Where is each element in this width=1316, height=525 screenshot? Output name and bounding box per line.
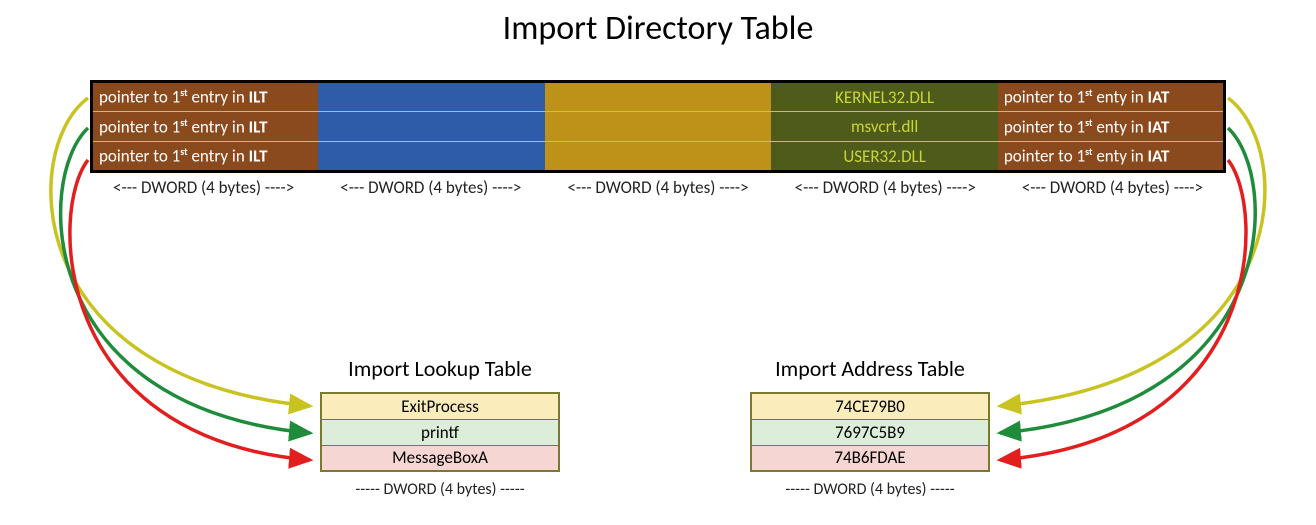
cell: 74B6FDAE — [751, 445, 989, 471]
idt-iat-pointer: pointer to 1st enty in IAT — [998, 82, 1225, 112]
idt-dword-labels: <--- DWORD (4 bytes) ----><--- DWORD (4 … — [90, 173, 1226, 198]
cell: 7697C5B9 — [751, 419, 989, 445]
idt-dll-name: USER32.DLL — [771, 142, 998, 172]
cell: printf — [321, 419, 559, 445]
idt-ilt-pointer: pointer to 1st entry in ILT — [92, 142, 319, 172]
idt-forwarder — [545, 142, 772, 172]
idt-iat-pointer: pointer to 1st enty in IAT — [998, 112, 1225, 142]
dword-label: <--- DWORD (4 bytes) ----> — [544, 173, 771, 198]
idt-row: pointer to 1st entry in ILT msvcrt.dllpoi… — [92, 112, 1225, 142]
cell: 74CE79B0 — [751, 393, 989, 419]
idt-timestamp — [318, 142, 545, 172]
ilt-title: Import Lookup Table — [310, 355, 570, 382]
idt-row: pointer to 1st entry in ILT USER32.DLLpoi… — [92, 142, 1225, 172]
ilt-dword-label: ----- DWORD (4 bytes) ----- — [320, 480, 560, 499]
dword-label: <--- DWORD (4 bytes) ----> — [772, 173, 999, 198]
idt-forwarder — [545, 112, 772, 142]
cell: ExitProcess — [321, 393, 559, 419]
idt-dll-name: msvcrt.dll — [771, 112, 998, 142]
idt-dll-name: KERNEL32.DLL — [771, 82, 998, 112]
table-row: printf — [321, 419, 559, 445]
page-title: Import Directory Table — [0, 8, 1316, 49]
iat-dword-label: ----- DWORD (4 bytes) ----- — [750, 480, 990, 499]
iat-title: Import Address Table — [740, 355, 1000, 382]
import-lookup-table: ExitProcessprintfMessageBoxA — [320, 392, 560, 472]
arrow-ilt-row3 — [70, 160, 310, 460]
import-address-table: 74CE79B07697C5B974B6FDAE — [750, 392, 990, 472]
dword-label: <--- DWORD (4 bytes) ----> — [317, 173, 544, 198]
import-directory-table: pointer to 1st entry in ILTKERNEL32.DLLp… — [90, 80, 1226, 198]
idt-iat-pointer: pointer to 1st enty in IAT — [998, 142, 1225, 172]
idt-grid: pointer to 1st entry in ILTKERNEL32.DLLp… — [90, 80, 1226, 173]
table-row: ExitProcess — [321, 393, 559, 419]
idt-timestamp — [318, 112, 545, 142]
arrow-iat-row3 — [1000, 160, 1246, 460]
idt-forwarder — [545, 82, 772, 112]
idt-ilt-pointer: pointer to 1st entry in ILT — [92, 82, 319, 112]
table-row: 74CE79B0 — [751, 393, 989, 419]
idt-ilt-pointer: pointer to 1st entry in ILT — [92, 112, 319, 142]
idt-row: pointer to 1st entry in ILT KERNEL32.DLLp… — [92, 82, 1225, 112]
dword-label: <--- DWORD (4 bytes) ----> — [999, 173, 1226, 198]
dword-label: <--- DWORD (4 bytes) ----> — [90, 173, 317, 198]
idt-timestamp — [318, 82, 545, 112]
table-row: MessageBoxA — [321, 445, 559, 471]
table-row: 74B6FDAE — [751, 445, 989, 471]
cell: MessageBoxA — [321, 445, 559, 471]
table-row: 7697C5B9 — [751, 419, 989, 445]
